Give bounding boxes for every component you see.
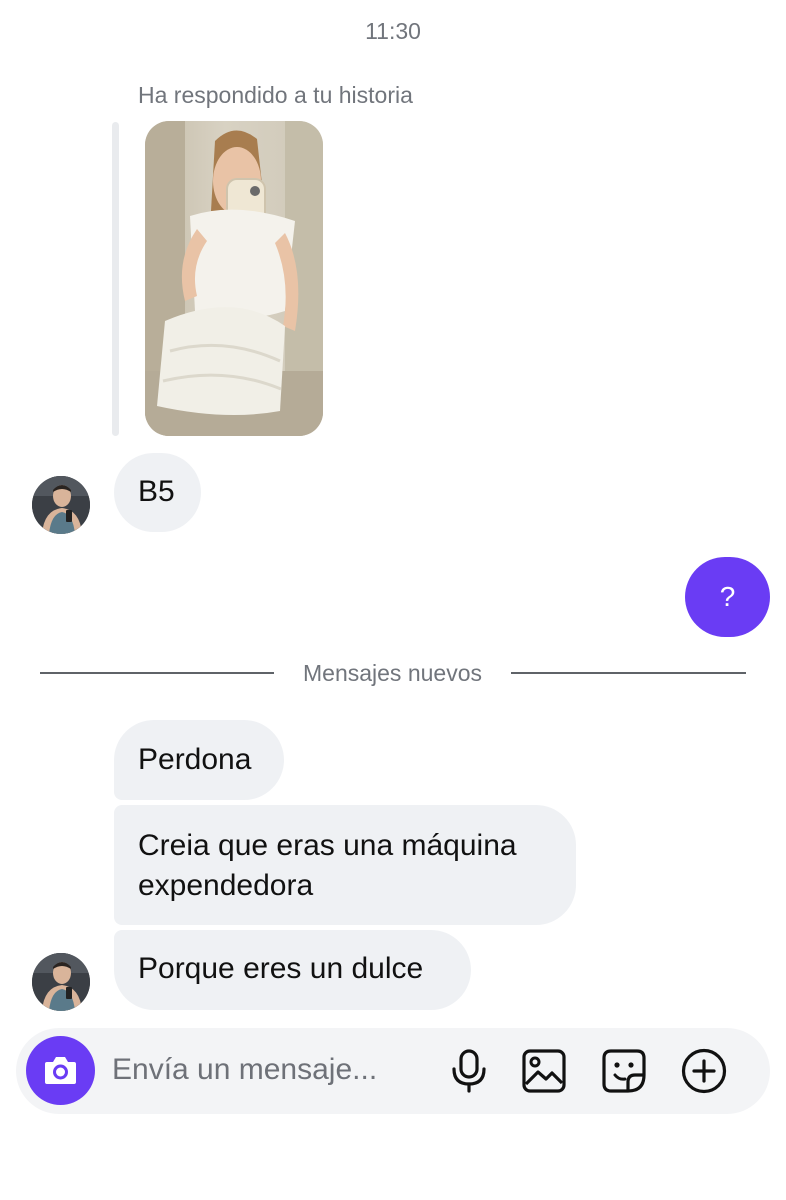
divider-line-right bbox=[511, 672, 746, 674]
story-photo bbox=[145, 121, 323, 436]
avatar-photo bbox=[32, 476, 90, 534]
received-message-creia[interactable]: Creia que eras una máquina expendedora bbox=[114, 805, 576, 925]
message-line: Creia que eras una máquina bbox=[138, 829, 517, 862]
story-reply-indicator bbox=[112, 122, 119, 436]
message-input[interactable] bbox=[112, 1050, 412, 1090]
microphone-button[interactable] bbox=[446, 1048, 492, 1094]
microphone-icon bbox=[452, 1049, 486, 1093]
camera-icon bbox=[45, 1057, 76, 1084]
avatar[interactable] bbox=[32, 953, 90, 1011]
message-timestamp: 11:30 bbox=[365, 18, 421, 44]
gallery-button[interactable] bbox=[521, 1048, 567, 1094]
sticker-icon bbox=[602, 1049, 646, 1093]
avatar-photo bbox=[32, 953, 90, 1011]
gallery-icon bbox=[522, 1049, 566, 1093]
story-reply-caption: Ha respondido a tu historia bbox=[138, 82, 413, 108]
camera-button[interactable] bbox=[26, 1036, 95, 1105]
received-message-b5[interactable]: B5 bbox=[114, 453, 201, 532]
message-composer bbox=[16, 1028, 770, 1114]
add-button[interactable] bbox=[681, 1048, 727, 1094]
plus-circle-icon bbox=[681, 1048, 727, 1094]
sticker-button[interactable] bbox=[601, 1048, 647, 1094]
new-messages-divider: Mensajes nuevos bbox=[303, 660, 482, 686]
sent-message-question[interactable]: ? bbox=[685, 557, 770, 637]
avatar[interactable] bbox=[32, 476, 90, 534]
story-thumbnail[interactable] bbox=[145, 121, 323, 436]
message-line: expendedora bbox=[138, 869, 314, 902]
received-message-perdona[interactable]: Perdona bbox=[114, 720, 284, 800]
received-message-dulce[interactable]: Porque eres un dulce bbox=[114, 930, 471, 1010]
divider-line-left bbox=[40, 672, 274, 674]
